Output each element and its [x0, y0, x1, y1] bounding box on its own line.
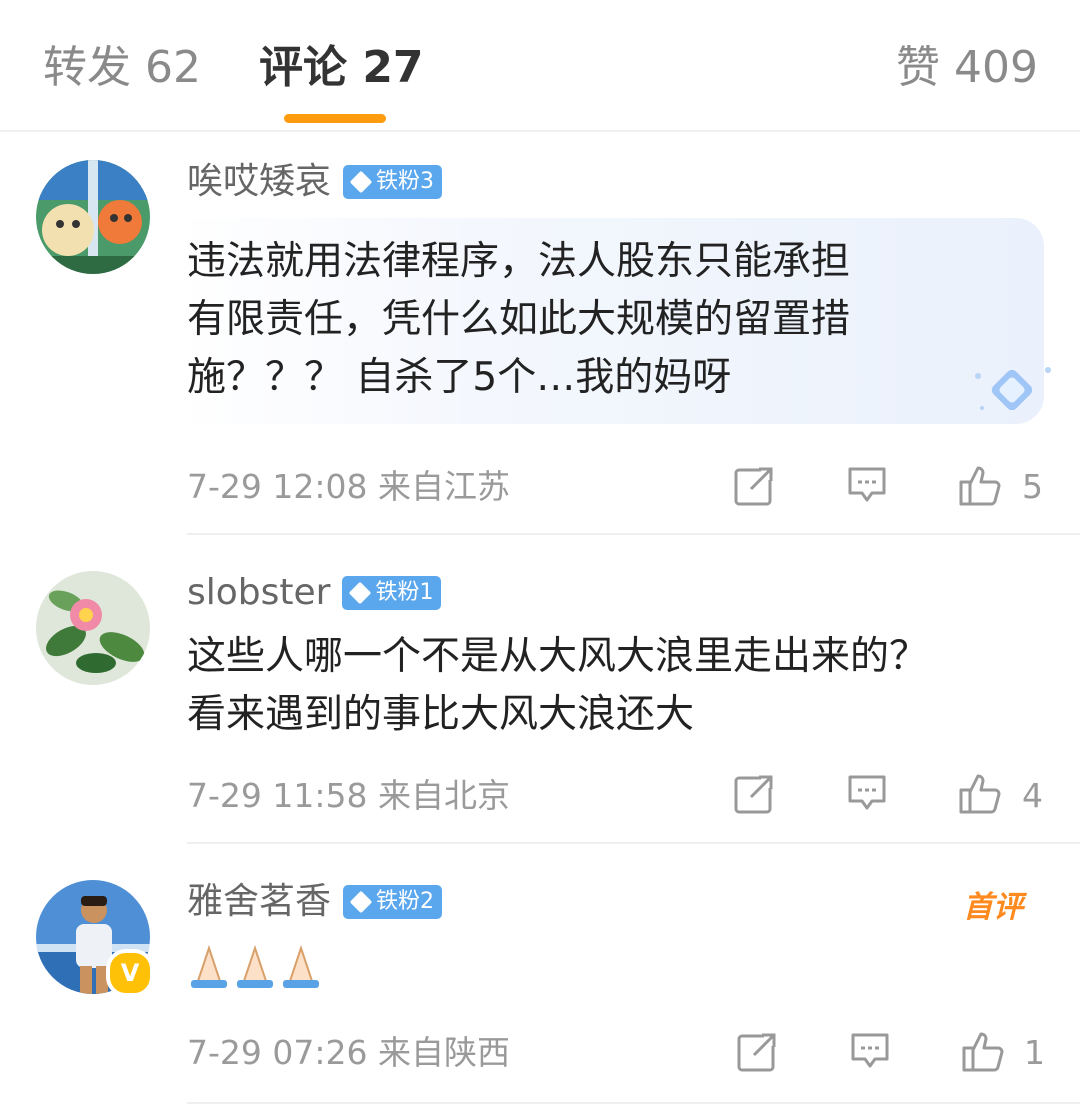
- active-tab-indicator: [284, 114, 386, 123]
- comment-tabs: 转发 62 评论 27 赞 409: [0, 0, 1080, 132]
- fan-badge-label: 铁粉1: [375, 580, 434, 605]
- like-count: 1: [1024, 1033, 1045, 1072]
- tab-likes[interactable]: 赞 409: [896, 38, 1038, 98]
- username[interactable]: slobster: [187, 572, 330, 613]
- verified-badge: V: [106, 949, 154, 997]
- fan-badge[interactable]: 铁粉3: [343, 165, 443, 199]
- tab-comments[interactable]: 评论 27: [259, 38, 424, 98]
- divider: [187, 533, 1080, 535]
- emoji-row: 🙏🙏🙏: [187, 944, 327, 992]
- comment-header: 雅舍茗香 铁粉2: [187, 880, 443, 924]
- comment-text: 违法就用法律程序，法人股东只能承担 有限责任，凭什么如此大规模的留置措 施？？？ 自…: [187, 239, 851, 400]
- comment-header: 唉哎矮哀 铁粉3: [187, 160, 443, 204]
- comment-meta: 7-29 12:08 来自江苏: [187, 467, 510, 506]
- fan-badge[interactable]: 铁粉2: [343, 885, 443, 919]
- fan-badge-label: 铁粉3: [376, 169, 435, 194]
- like-count: 5: [1022, 467, 1043, 506]
- divider: [187, 842, 1080, 844]
- comment-text: 这些人哪一个不是从大风大浪里走出来的？ 看来遇到的事比大风大浪还大: [187, 634, 929, 737]
- like-icon[interactable]: [960, 1028, 1006, 1074]
- diamond-icon: [349, 170, 373, 194]
- username[interactable]: 唉哎矮哀: [187, 161, 331, 202]
- username[interactable]: 雅舍茗香: [187, 881, 331, 922]
- like-count: 4: [1022, 776, 1043, 815]
- avatar[interactable]: [36, 160, 150, 274]
- first-comment-badge: 首评: [963, 890, 1023, 925]
- repost-icon[interactable]: [733, 466, 775, 508]
- praying-hands-icon: [191, 944, 319, 988]
- comment-icon[interactable]: [846, 464, 888, 506]
- divider: [187, 1102, 1080, 1104]
- diamond-icon: [349, 581, 372, 605]
- comment-meta: 7-29 07:26 来自陕西: [187, 1033, 510, 1072]
- avatar[interactable]: [36, 571, 150, 685]
- fan-badge-label: 铁粉2: [376, 889, 435, 914]
- diamond-icon: [975, 367, 1051, 411]
- tab-repost[interactable]: 转发 62: [43, 38, 201, 98]
- like-icon[interactable]: [957, 770, 1003, 816]
- fan-badge[interactable]: 铁粉1: [342, 576, 442, 610]
- repost-icon[interactable]: [736, 1032, 778, 1074]
- like-icon[interactable]: [957, 462, 1003, 508]
- comment-meta: 7-29 11:58 来自北京: [187, 776, 510, 815]
- repost-icon[interactable]: [733, 774, 775, 816]
- comment-header: slobster 铁粉1: [187, 571, 442, 615]
- comment-icon[interactable]: [846, 772, 888, 814]
- comment-icon[interactable]: [849, 1030, 891, 1072]
- diamond-icon: [349, 890, 373, 914]
